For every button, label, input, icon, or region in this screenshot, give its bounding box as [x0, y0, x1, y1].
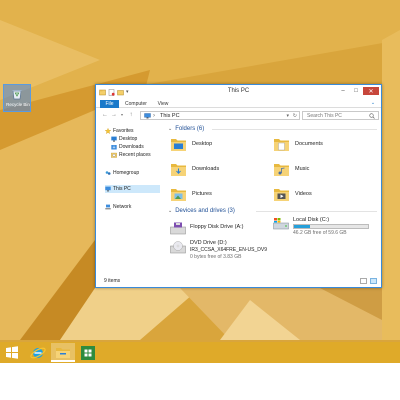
drive-name: Floppy Disk Drive (A:)	[190, 224, 244, 230]
drive-free-space: 0 bytes free of 3.83 GB	[190, 254, 242, 260]
tab-computer[interactable]: Computer	[124, 100, 148, 108]
nav-downloads-label: Downloads	[119, 144, 144, 150]
close-button[interactable]: ✕	[363, 87, 379, 95]
local-disk-icon	[273, 218, 289, 230]
pictures-folder-icon	[171, 189, 186, 201]
drive-volume-label: IR3_CCSA_X64FRE_EN-US_DV9	[190, 247, 267, 253]
search-box[interactable]: Search This PC	[302, 111, 379, 120]
close-icon: ✕	[368, 88, 374, 95]
folder-name: Pictures	[192, 191, 212, 197]
disk-usage-fill	[294, 225, 311, 228]
collapse-chevron-icon: ⌄	[168, 126, 173, 132]
folder-name: Desktop	[192, 141, 213, 147]
address-row: ← → ▾ ↑ › This PC ▾ ↻ Search This PC	[96, 109, 381, 122]
chevron-down-icon: ▾	[120, 112, 123, 117]
taskbar-file-explorer[interactable]	[51, 343, 75, 362]
folders-group-title: Folders (6)	[175, 126, 205, 132]
recycle-bin-shortcut[interactable]: Recycle Bin	[3, 84, 31, 112]
search-icon	[369, 113, 375, 119]
recycle-bin-icon	[12, 90, 22, 100]
nav-this-pc-label: This PC	[113, 186, 131, 192]
downloads-icon	[111, 145, 117, 150]
chevron-down-icon: ⌄	[370, 100, 376, 106]
nav-desktop-label: Desktop	[119, 136, 138, 142]
navigation-pane: Favorites Desktop Downloads Recent place…	[96, 123, 162, 273]
this-pc-icon	[144, 113, 151, 119]
drive-name: DVD Drive (D:)	[190, 240, 227, 246]
recent-locations-button[interactable]: ▾	[119, 111, 125, 119]
taskbar-internet-explorer[interactable]	[26, 343, 50, 362]
taskbar-store[interactable]	[76, 343, 100, 362]
screen-border	[0, 363, 400, 400]
folders-group-header[interactable]: ⌄ Folders (6)	[168, 125, 204, 133]
large-icons-view-button[interactable]	[370, 278, 377, 284]
star-icon	[105, 128, 111, 134]
folder-name: Downloads	[192, 166, 220, 172]
this-pc-icon	[105, 186, 111, 192]
breadcrumb-separator-icon: ›	[153, 113, 155, 119]
tab-file[interactable]: File	[100, 100, 119, 108]
taskbar	[0, 342, 400, 363]
drive-name: Local Disk (C:)	[293, 217, 330, 223]
desktop-icon	[111, 136, 117, 142]
content-pane: ⌄ Folders (6) Desktop Documents Downloads…	[164, 123, 379, 273]
ribbon-tabs: File Computer View ⌄	[96, 99, 381, 108]
folder-name: Music	[295, 166, 310, 172]
floppy-drive-icon	[170, 222, 186, 235]
downloads-folder-icon	[171, 164, 186, 176]
desktop-folder-icon	[171, 139, 186, 151]
refresh-icon[interactable]: ↻	[293, 112, 297, 120]
start-icon	[6, 346, 18, 359]
nav-network-label: Network	[113, 204, 132, 210]
dvd-drive-icon	[170, 241, 186, 254]
maximize-icon: □	[354, 88, 358, 94]
disk-usage-bar	[293, 224, 369, 229]
recent-places-icon	[111, 152, 117, 158]
details-view-button[interactable]	[360, 278, 367, 284]
network-icon	[105, 204, 111, 210]
address-dropdown-icon[interactable]: ▾	[286, 112, 289, 120]
up-button[interactable]: ↑	[127, 111, 135, 119]
window-controls: – □ ✕	[337, 87, 379, 95]
address-bar[interactable]: › This PC ▾ ↻	[140, 111, 300, 120]
forward-button[interactable]: →	[110, 111, 118, 119]
desktop-icon-label: Recycle Bin	[6, 102, 30, 107]
expand-ribbon-button[interactable]: ⌄	[369, 100, 377, 107]
nav-favorites-label: Favorites	[113, 128, 134, 134]
videos-folder-icon	[274, 189, 289, 201]
back-button[interactable]: ←	[101, 111, 109, 119]
folders-divider	[212, 129, 377, 130]
item-count: 9 items	[104, 278, 121, 284]
drive-free-space: 46.2 GB free of 59.6 GB	[293, 230, 347, 236]
collapse-chevron-icon: ⌄	[168, 208, 173, 214]
store-icon	[81, 346, 95, 360]
forward-arrow-icon: →	[111, 112, 117, 118]
file-explorer-icon	[56, 348, 70, 358]
explorer-window: ▾ This PC – □ ✕ File Computer View ⌄ ← →…	[95, 84, 382, 288]
title-bar[interactable]: ▾ This PC – □ ✕	[96, 85, 381, 99]
documents-folder-icon	[274, 139, 289, 151]
nav-recent-places-label: Recent places	[119, 152, 151, 158]
address-path: This PC	[160, 113, 180, 119]
nav-this-pc[interactable]: This PC	[105, 185, 160, 193]
devices-group-header[interactable]: ⌄ Devices and drives (3)	[168, 207, 235, 215]
music-folder-icon	[274, 164, 289, 176]
nav-homegroup-label: Homegroup	[113, 170, 140, 176]
minimize-button[interactable]: –	[337, 87, 349, 95]
homegroup-icon	[105, 171, 111, 175]
maximize-button[interactable]: □	[350, 87, 362, 95]
back-arrow-icon: ←	[102, 112, 108, 118]
folder-name: Documents	[295, 141, 323, 147]
up-arrow-icon: ↑	[129, 112, 133, 118]
devices-divider	[256, 211, 377, 212]
minimize-icon: –	[341, 88, 345, 94]
tab-view[interactable]: View	[155, 100, 171, 108]
status-bar: 9 items	[96, 275, 381, 287]
start-button[interactable]	[0, 343, 24, 362]
folder-name: Videos	[295, 191, 312, 197]
internet-explorer-icon	[30, 347, 46, 359]
search-placeholder: Search This PC	[307, 113, 342, 119]
devices-group-title: Devices and drives (3)	[175, 208, 235, 214]
